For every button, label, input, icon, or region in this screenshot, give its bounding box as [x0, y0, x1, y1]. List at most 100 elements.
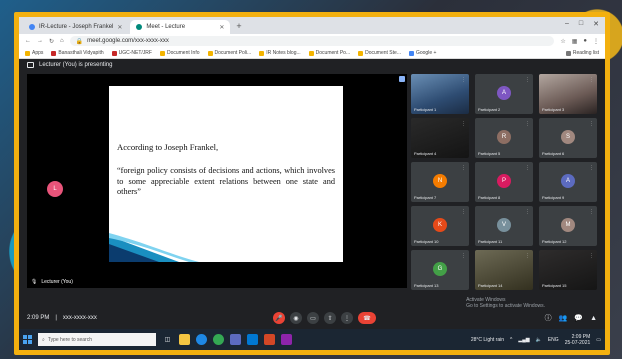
participant-avatar: N: [433, 174, 447, 188]
participant-tile[interactable]: G ⋮ Participant 13: [411, 250, 469, 290]
bookmark-item[interactable]: Document Po...: [308, 50, 350, 56]
bookmark-item[interactable]: Google +: [408, 50, 436, 56]
reload-icon[interactable]: ↻: [49, 38, 54, 45]
participant-tile[interactable]: M ⋮ Participant 12: [539, 206, 597, 246]
windows-taskbar: ⌕ Type here to search ◫ 28°C Light rain …: [19, 329, 605, 350]
participant-name: Participant 13: [414, 283, 439, 288]
captions-icon[interactable]: ▭: [307, 312, 319, 324]
mail-icon[interactable]: [247, 334, 258, 345]
bookmark-item[interactable]: Document Poli...: [207, 50, 251, 56]
mic-off-icon: ⋮: [525, 121, 530, 127]
meet-side-tools: ⓘ 👥 💬 ▲: [545, 313, 597, 323]
back-icon[interactable]: ←: [25, 38, 31, 44]
participant-tile[interactable]: A ⋮ Participant 2: [475, 74, 533, 114]
bookmark-item[interactable]: Document Info: [159, 50, 200, 56]
bookmark-icon: [51, 50, 57, 56]
edge-icon[interactable]: [196, 334, 207, 345]
language-text[interactable]: ENG: [548, 337, 559, 343]
task-view-icon[interactable]: ◫: [162, 334, 173, 345]
profile-icon[interactable]: ●: [583, 38, 587, 44]
pin-icon[interactable]: [399, 76, 405, 82]
participant-name: Participant 14: [478, 283, 503, 288]
maximize-icon[interactable]: □: [579, 20, 583, 28]
close-window-icon[interactable]: ✕: [593, 20, 599, 28]
close-tab-icon[interactable]: ✕: [219, 24, 224, 31]
chrome-icon[interactable]: [213, 334, 224, 345]
camera-toggle-icon[interactable]: ◉: [290, 312, 302, 324]
clock-date: 25-07-2021: [564, 339, 591, 346]
mic-off-icon: ⋮: [461, 165, 466, 171]
people-icon[interactable]: 👥: [559, 314, 568, 322]
bookmarks-bar: Apps Banasthali Vidyapith UGC-NET/JRF Do…: [19, 48, 605, 59]
mic-off-icon: ⋮: [525, 165, 530, 171]
forward-icon[interactable]: →: [37, 38, 43, 44]
tray-up-icon[interactable]: ^: [510, 337, 512, 343]
browser-tab[interactable]: IR-Lecture - Joseph Frankel ✕: [23, 20, 128, 34]
bookmark-item[interactable]: UGC-NET/JRF: [111, 50, 152, 56]
activities-icon[interactable]: ▲: [590, 315, 597, 322]
volume-icon[interactable]: 🔈: [536, 337, 542, 343]
bookmark-icon: [259, 50, 265, 56]
browser-tabstrip: IR-Lecture - Joseph Frankel ✕ Meet - Lec…: [19, 17, 605, 34]
participant-tile[interactable]: V ⋮ Participant 11: [475, 206, 533, 246]
participant-name: Participant 10: [414, 239, 439, 244]
participant-name: Participant 6: [542, 151, 565, 156]
notifications-icon[interactable]: ▭: [596, 337, 601, 343]
address-bar[interactable]: 🔒 meet.google.com/xxx-xxxx-xxx: [69, 36, 555, 46]
participant-tile[interactable]: ⋮ Participant 15: [539, 250, 597, 290]
participant-tile[interactable]: ⋮ Participant 4: [411, 118, 469, 158]
participant-tile[interactable]: K ⋮ Participant 10: [411, 206, 469, 246]
taskbar-clock[interactable]: 2:09 PM 25-07-2021: [565, 334, 591, 346]
bookmark-item[interactable]: Apps: [25, 50, 43, 56]
network-icon[interactable]: ▂▄▆: [518, 337, 529, 343]
home-icon[interactable]: ⌂: [60, 38, 64, 44]
mic-off-icon: ⋮: [461, 77, 466, 83]
participant-avatar: R: [497, 130, 511, 144]
bookmark-item[interactable]: Banasthali Vidyapith: [51, 50, 104, 56]
photos-icon[interactable]: [281, 334, 292, 345]
bookmark-icon: [207, 50, 213, 56]
taskbar-search[interactable]: ⌕ Type here to search: [38, 333, 156, 346]
main-stage[interactable]: According to Joseph Frankel, “foreign po…: [27, 74, 407, 288]
stage-presenter-name: Lecturer (You): [41, 279, 73, 285]
participant-tile[interactable]: A ⋮ Participant 9: [539, 162, 597, 202]
mic-off-icon: 🎙: [31, 279, 38, 285]
minimize-icon[interactable]: –: [565, 20, 569, 28]
presentation-slide: According to Joseph Frankel, “foreign po…: [109, 86, 343, 262]
star-icon[interactable]: ☆: [560, 38, 565, 45]
bookmark-item[interactable]: Reading list: [565, 50, 599, 56]
extensions-icon[interactable]: ▦: [572, 38, 578, 45]
bookmark-item[interactable]: IR Notes blog...: [259, 50, 301, 56]
participant-tile[interactable]: N ⋮ Participant 7: [411, 162, 469, 202]
slide-title: According to Joseph Frankel,: [117, 142, 219, 152]
info-icon[interactable]: ⓘ: [545, 313, 552, 323]
meet-control-bar: 2:09 PM | xxx-xxxx-xxx 🎤 ◉ ▭ ⇧ ⋮ ☎ ⓘ 👥 💬…: [19, 307, 605, 329]
mic-off-icon: ⋮: [461, 121, 466, 127]
taskbar-search-placeholder: Type here to search: [47, 336, 93, 343]
present-icon[interactable]: ⇧: [324, 312, 336, 324]
weather-text[interactable]: 28°C Light rain: [471, 337, 504, 343]
windows-start-icon[interactable]: [23, 335, 32, 344]
more-options-icon[interactable]: ⋮: [341, 312, 353, 324]
participant-avatar: K: [433, 218, 447, 232]
participant-avatar: A: [497, 86, 511, 100]
participant-tile[interactable]: ⋮ Participant 3: [539, 74, 597, 114]
participant-tile[interactable]: ⋮ Participant 14: [475, 250, 533, 290]
participant-name: Participant 15: [542, 283, 567, 288]
participant-tile[interactable]: P ⋮ Participant 8: [475, 162, 533, 202]
reading-list-icon: [565, 50, 571, 56]
new-tab-icon[interactable]: +: [232, 21, 245, 31]
mic-toggle-icon[interactable]: 🎤: [273, 312, 285, 324]
menu-icon[interactable]: ⋮: [593, 38, 599, 45]
participant-tile[interactable]: R ⋮ Participant 5: [475, 118, 533, 158]
participant-tile[interactable]: ⋮ Participant 1: [411, 74, 469, 114]
end-call-icon[interactable]: ☎: [358, 312, 376, 324]
chat-icon[interactable]: 💬: [574, 314, 583, 322]
powerpoint-icon[interactable]: [264, 334, 275, 345]
file-explorer-icon[interactable]: [179, 334, 190, 345]
bookmark-item[interactable]: Document Ste...: [358, 50, 401, 56]
browser-tab-active[interactable]: Meet - Lecture ✕: [130, 20, 231, 34]
store-icon[interactable]: [230, 334, 241, 345]
participant-tile[interactable]: S ⋮ Participant 6: [539, 118, 597, 158]
close-tab-icon[interactable]: ✕: [117, 24, 122, 31]
